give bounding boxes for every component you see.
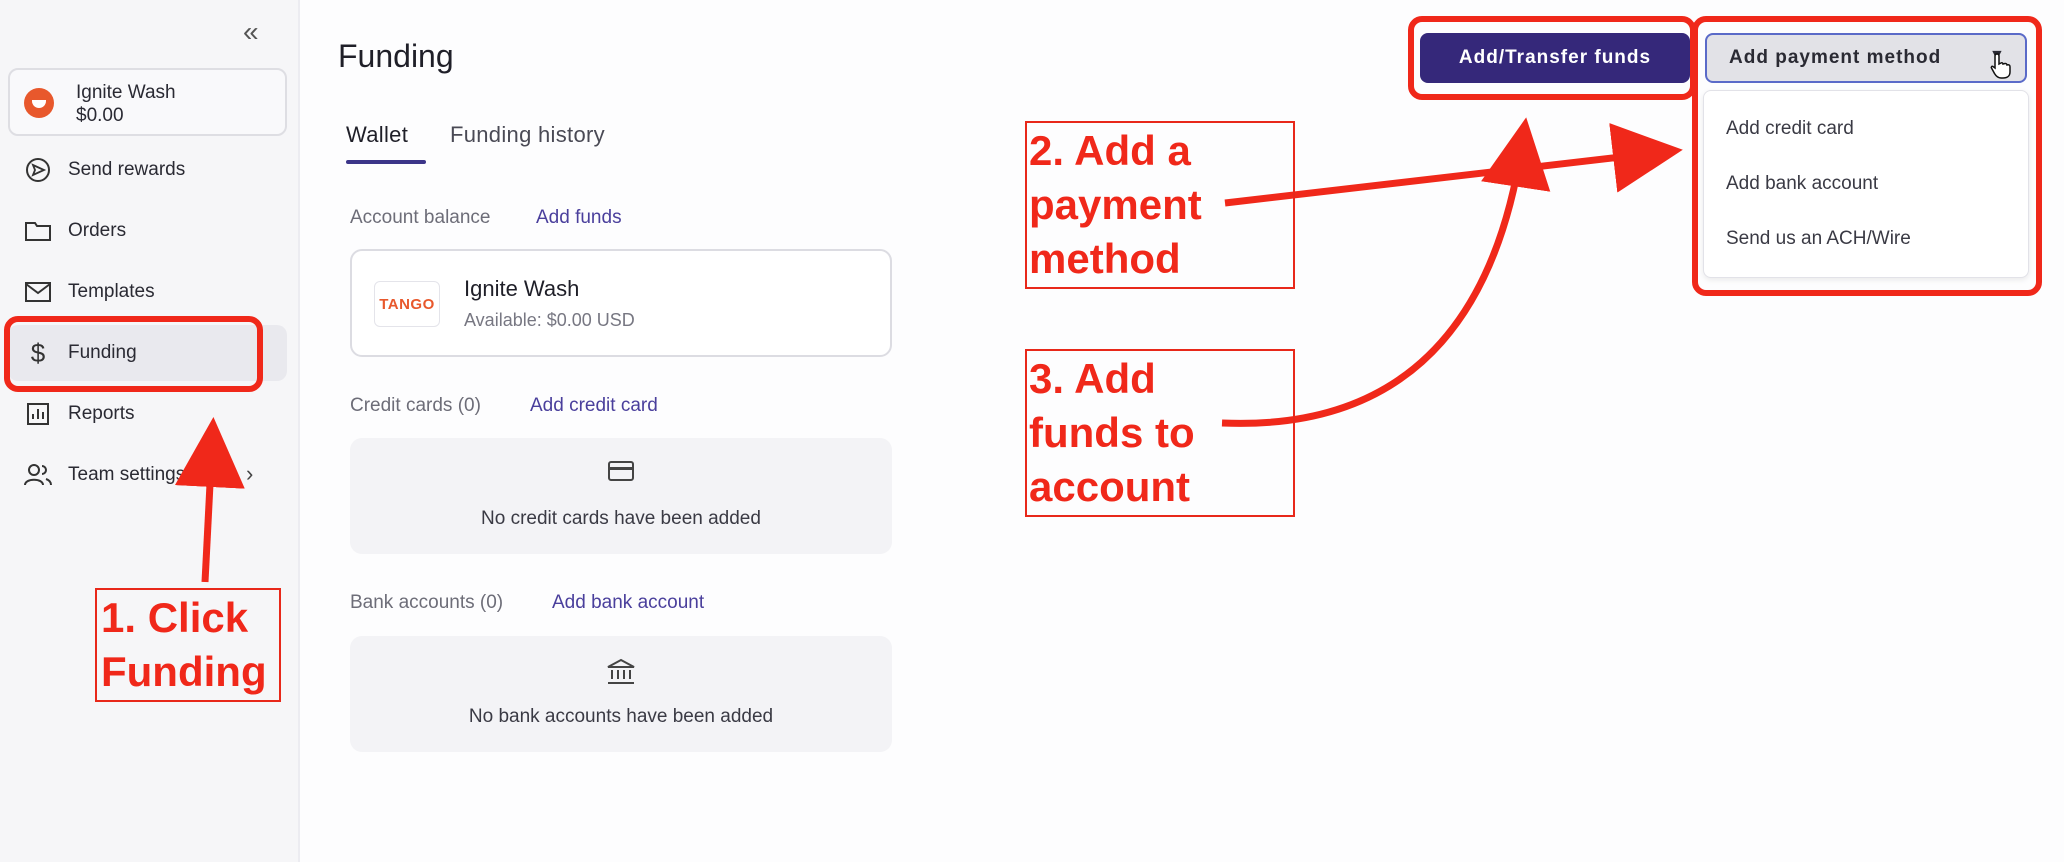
annotation-step3-line3: account [1029,463,1191,510]
annotation-step3-line1: 3. Add [1029,355,1156,402]
annotation-step3-line2: funds to [1029,409,1195,456]
annotation-step1-line2: Funding [101,648,267,695]
annotation-step3: 3. Add funds to account [1025,349,1295,517]
annotation-step2-line1: 2. Add a [1029,127,1191,174]
annotation-step2-line2: payment [1029,181,1202,228]
annotation-step2: 2. Add a payment method [1025,121,1295,289]
annotation-step1: 1. Click Funding [95,588,281,702]
annotation-step2-line3: method [1029,235,1181,282]
annotation-step1-line1: 1. Click [101,594,249,641]
